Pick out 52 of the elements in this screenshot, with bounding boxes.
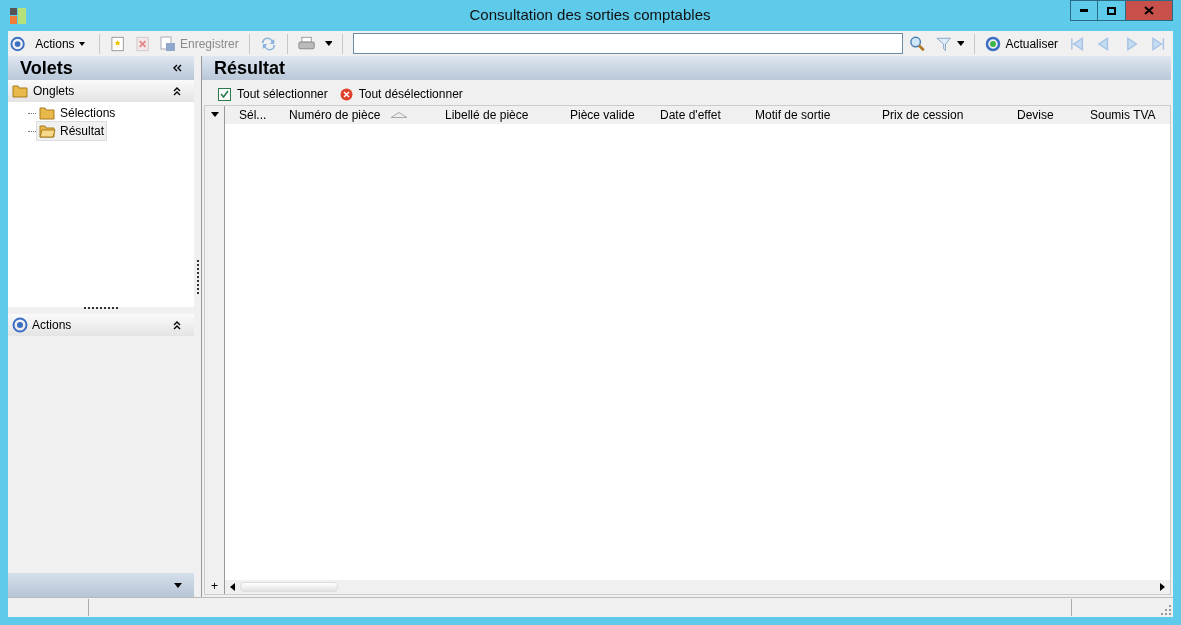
deselect-all-button[interactable]: Tout désélectionner <box>339 85 463 103</box>
sidebar-title: Volets <box>20 56 73 80</box>
actions-menu[interactable]: Actions <box>27 32 93 55</box>
refresh-icon <box>985 35 1002 52</box>
panel-title: Résultat <box>214 56 285 80</box>
filter-icon[interactable] <box>935 35 951 52</box>
close-button[interactable] <box>1126 0 1173 21</box>
column-header[interactable]: Libellé de pièce <box>445 106 570 124</box>
select-all-button[interactable]: Tout sélectionner <box>214 85 336 103</box>
collapse-icon[interactable] <box>172 320 183 330</box>
save-icon <box>159 35 176 52</box>
column-header[interactable]: Prix de cession <box>882 106 1017 124</box>
section-title: Onglets <box>33 83 75 100</box>
sort-icon <box>391 112 407 118</box>
column-header[interactable]: Devise <box>1017 106 1090 124</box>
dropdown-arrow-icon[interactable] <box>174 582 183 588</box>
resize-grip-icon[interactable] <box>1161 605 1171 615</box>
column-header[interactable]: Soumis TVA <box>1090 106 1170 124</box>
search-field[interactable] <box>353 33 904 54</box>
scroll-left-icon[interactable] <box>229 583 237 591</box>
column-header[interactable]: Sél... <box>239 106 289 124</box>
delete-icon[interactable] <box>134 35 150 52</box>
actions-icon <box>12 317 28 333</box>
section-title: Actions <box>32 317 72 334</box>
add-row-button[interactable]: + <box>211 579 218 593</box>
actions-icon <box>10 35 26 52</box>
printer-icon[interactable] <box>297 35 315 52</box>
sync-icon[interactable] <box>259 35 277 52</box>
tree-item[interactable]: Sélections <box>36 103 119 123</box>
open-folder-icon <box>39 124 56 138</box>
dropdown-arrow-icon[interactable] <box>324 41 333 46</box>
scrollbar-thumb[interactable] <box>240 582 338 592</box>
column-header[interactable]: Numéro de pièce <box>289 106 445 124</box>
column-header[interactable]: Motif de sortie <box>755 106 882 124</box>
minimize-button[interactable] <box>1070 0 1098 21</box>
collapse-icon[interactable] <box>172 63 183 73</box>
dropdown-arrow-icon[interactable] <box>956 41 965 46</box>
collapse-icon[interactable] <box>172 86 183 96</box>
column-header[interactable]: Pièce valide <box>570 106 660 124</box>
folder-icon <box>12 84 29 98</box>
refresh-button[interactable]: Actualiser <box>981 32 1063 55</box>
tree-item[interactable]: Résultat <box>36 121 108 141</box>
dropdown-arrow-icon[interactable] <box>210 112 219 117</box>
new-document-icon[interactable] <box>109 35 125 52</box>
window-title: Consultation des sorties comptables <box>468 5 712 26</box>
cancel-icon <box>339 87 353 101</box>
close-icon <box>1144 6 1154 15</box>
search-icon[interactable] <box>909 35 926 52</box>
column-header[interactable]: Date d'effet <box>660 106 755 124</box>
scroll-right-icon[interactable] <box>1158 583 1166 591</box>
app-icon <box>10 7 26 24</box>
checkbox-icon <box>218 87 231 101</box>
